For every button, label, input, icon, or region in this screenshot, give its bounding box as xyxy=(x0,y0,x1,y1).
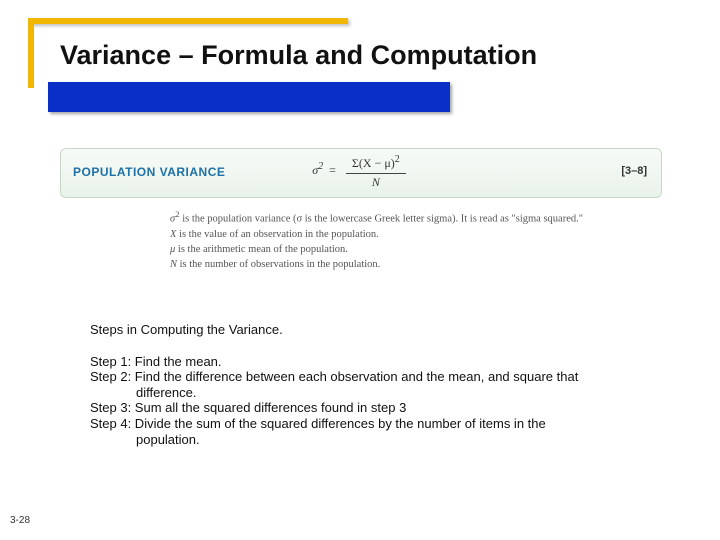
step-line: Step 3: Sum all the squared differences … xyxy=(90,400,650,416)
formula-num-exp: 2 xyxy=(395,154,400,165)
definition-text: is the value of an observation in the po… xyxy=(176,229,378,240)
step-line: Step 4: Divide the sum of the squared di… xyxy=(90,416,650,432)
step-line-continuation: difference. xyxy=(90,385,650,401)
formula-expression: σ2 = Σ(X − μ)2 N xyxy=(61,153,661,190)
step-line: Step 2: Find the difference between each… xyxy=(90,369,650,385)
title-underline-bar xyxy=(48,82,450,112)
formula-num-x: X xyxy=(363,156,372,170)
formula-denominator: N xyxy=(346,174,406,190)
accent-bar-vertical xyxy=(28,18,34,88)
formula-num-prefix: Σ( xyxy=(352,156,363,170)
step-line: Step 1: Find the mean. xyxy=(90,354,650,370)
definition-row: X is the value of an observation in the … xyxy=(170,227,650,242)
formula-num-minus: − xyxy=(372,156,385,170)
definition-row: σ2 is the population variance (σ is the … xyxy=(170,208,650,227)
definition-row: μ is the arithmetic mean of the populati… xyxy=(170,242,650,257)
symbol-definitions: σ2 is the population variance (σ is the … xyxy=(170,208,650,272)
page-number: 3-28 xyxy=(10,515,30,526)
definition-text: is the number of observations in the pop… xyxy=(177,259,380,270)
formula-reference: [3–8] xyxy=(621,165,647,177)
accent-bar-horizontal xyxy=(28,18,348,24)
definition-row: N is the number of observations in the p… xyxy=(170,257,650,272)
steps-heading: Steps in Computing the Variance. xyxy=(90,322,650,338)
formula-panel: POPULATION VARIANCE σ2 = Σ(X − μ)2 N [3–… xyxy=(60,148,662,198)
steps-block: Steps in Computing the Variance. Step 1:… xyxy=(90,322,650,447)
definition-symbol: N xyxy=(170,259,177,270)
definition-text: is the population variance (σ is the low… xyxy=(180,214,583,225)
definition-text: is the arithmetic mean of the population… xyxy=(175,244,348,255)
formula-lhs-exp: 2 xyxy=(318,161,323,172)
slide-title: Variance – Formula and Computation xyxy=(60,40,537,71)
step-line-continuation: population. xyxy=(90,432,650,448)
